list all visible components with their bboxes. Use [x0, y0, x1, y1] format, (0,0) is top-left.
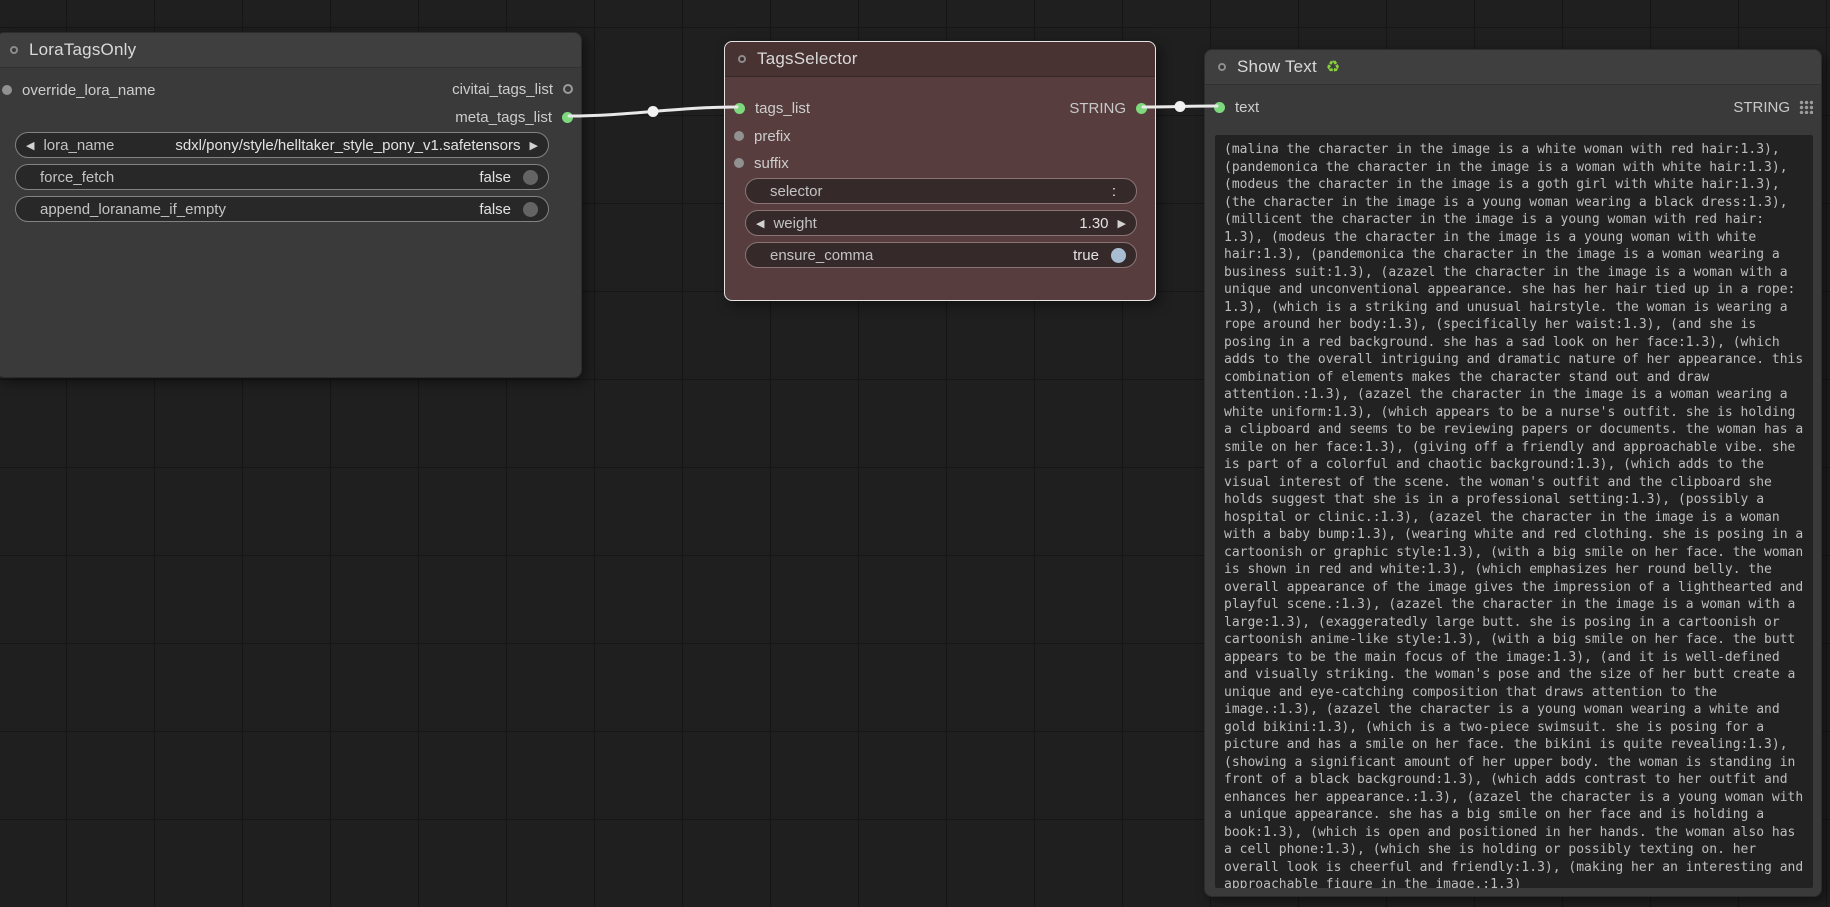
- slot-label: STRING: [1069, 100, 1126, 117]
- input-slot-text: text: [1214, 95, 1259, 119]
- wire-midpoint-dot[interactable]: [648, 106, 659, 117]
- slot-label: meta_tags_list: [455, 109, 552, 126]
- toggle-knob-icon[interactable]: [1111, 248, 1126, 263]
- slot-label: suffix: [754, 155, 789, 172]
- grid-handle-icon[interactable]: [1799, 100, 1813, 114]
- arrow-left-icon[interactable]: ◀: [26, 139, 34, 152]
- widget-label: lora_name: [43, 137, 114, 154]
- arrow-right-icon[interactable]: ▶: [530, 139, 538, 152]
- node-title: LoraTagsOnly: [29, 40, 136, 60]
- append-loraname-toggle-widget[interactable]: append_loraname_if_empty false: [15, 196, 549, 222]
- type-label: STRING: [1733, 99, 1790, 116]
- show-text-output-area[interactable]: (malina the character in the image is a …: [1215, 135, 1813, 888]
- widget-label: ensure_comma: [770, 247, 873, 264]
- input-slot-override-lora-name: override_lora_name: [2, 78, 155, 102]
- widget-label: selector: [770, 183, 823, 200]
- widget-value: :: [1112, 183, 1116, 200]
- toggle-knob-icon[interactable]: [523, 170, 538, 185]
- input-slot-suffix: suffix: [734, 151, 789, 175]
- input-port-override-lora-name[interactable]: [2, 85, 12, 95]
- input-port-prefix[interactable]: [734, 131, 744, 141]
- node-graph-canvas[interactable]: { "icons": { "arrow_left": "◀", "arrow_r…: [0, 0, 1830, 907]
- node-title: TagsSelector: [757, 49, 858, 69]
- lora-name-combo-widget[interactable]: ◀ lora_name sdxl/pony/style/helltaker_st…: [15, 132, 549, 158]
- selector-widget[interactable]: selector :: [745, 178, 1137, 204]
- input-slot-tags-list: tags_list: [734, 96, 810, 120]
- collapse-dot-icon[interactable]: [10, 46, 18, 54]
- widget-value: true: [1073, 247, 1099, 264]
- arrow-right-icon[interactable]: ▶: [1118, 217, 1126, 230]
- arrow-left-icon[interactable]: ◀: [756, 217, 764, 230]
- node-header-show-text[interactable]: Show Text ♻: [1205, 50, 1821, 85]
- wire-midpoint-dot[interactable]: [1175, 101, 1186, 112]
- slot-label: civitai_tags_list: [452, 81, 553, 98]
- slot-label: text: [1235, 99, 1259, 116]
- widget-value: 1.30: [1079, 215, 1108, 232]
- output-slot-civitai-tags-list: civitai_tags_list: [452, 77, 573, 101]
- weight-number-widget[interactable]: ◀ weight 1.30 ▶: [745, 210, 1137, 236]
- slot-label: override_lora_name: [22, 82, 155, 99]
- output-slot-meta-tags-list: meta_tags_list: [455, 105, 573, 129]
- node-tags-selector: TagsSelector tags_list STRING prefix suf…: [724, 41, 1156, 301]
- slot-label: prefix: [754, 128, 791, 145]
- input-port-tags-list[interactable]: [734, 103, 745, 114]
- pysssss-badge-icon: ♻: [1326, 57, 1340, 77]
- wire-meta-tags-to-tags-list[interactable]: [569, 107, 737, 116]
- node-title: Show Text: [1237, 57, 1317, 77]
- node-header-lora-tags-only[interactable]: LoraTagsOnly: [0, 33, 581, 68]
- ensure-comma-toggle-widget[interactable]: ensure_comma true: [745, 242, 1137, 268]
- node-header-tags-selector[interactable]: TagsSelector: [725, 42, 1155, 77]
- toggle-knob-icon[interactable]: [523, 202, 538, 217]
- output-port-string[interactable]: [1136, 103, 1147, 114]
- force-fetch-toggle-widget[interactable]: force_fetch false: [15, 164, 549, 190]
- node-lora-tags-only: LoraTagsOnly override_lora_name civitai_…: [0, 32, 582, 378]
- collapse-dot-icon[interactable]: [1218, 63, 1226, 71]
- output-type-row: STRING: [1733, 95, 1813, 119]
- collapse-dot-icon[interactable]: [738, 55, 746, 63]
- output-port-civitai-tags-list[interactable]: [563, 84, 573, 94]
- output-port-meta-tags-list[interactable]: [562, 112, 573, 123]
- widget-value: sdxl/pony/style/helltaker_style_pony_v1.…: [175, 137, 520, 154]
- widget-value: false: [479, 169, 511, 186]
- slot-label: tags_list: [755, 100, 810, 117]
- widget-value: false: [479, 201, 511, 218]
- input-port-text[interactable]: [1214, 102, 1225, 113]
- widget-label: append_loraname_if_empty: [40, 201, 226, 218]
- widget-label: weight: [773, 215, 816, 232]
- output-slot-string: STRING: [1069, 96, 1147, 120]
- node-show-text: Show Text ♻ text STRING (malina the char…: [1204, 49, 1822, 897]
- input-slot-prefix: prefix: [734, 124, 791, 148]
- widget-label: force_fetch: [40, 169, 114, 186]
- input-port-suffix[interactable]: [734, 158, 744, 168]
